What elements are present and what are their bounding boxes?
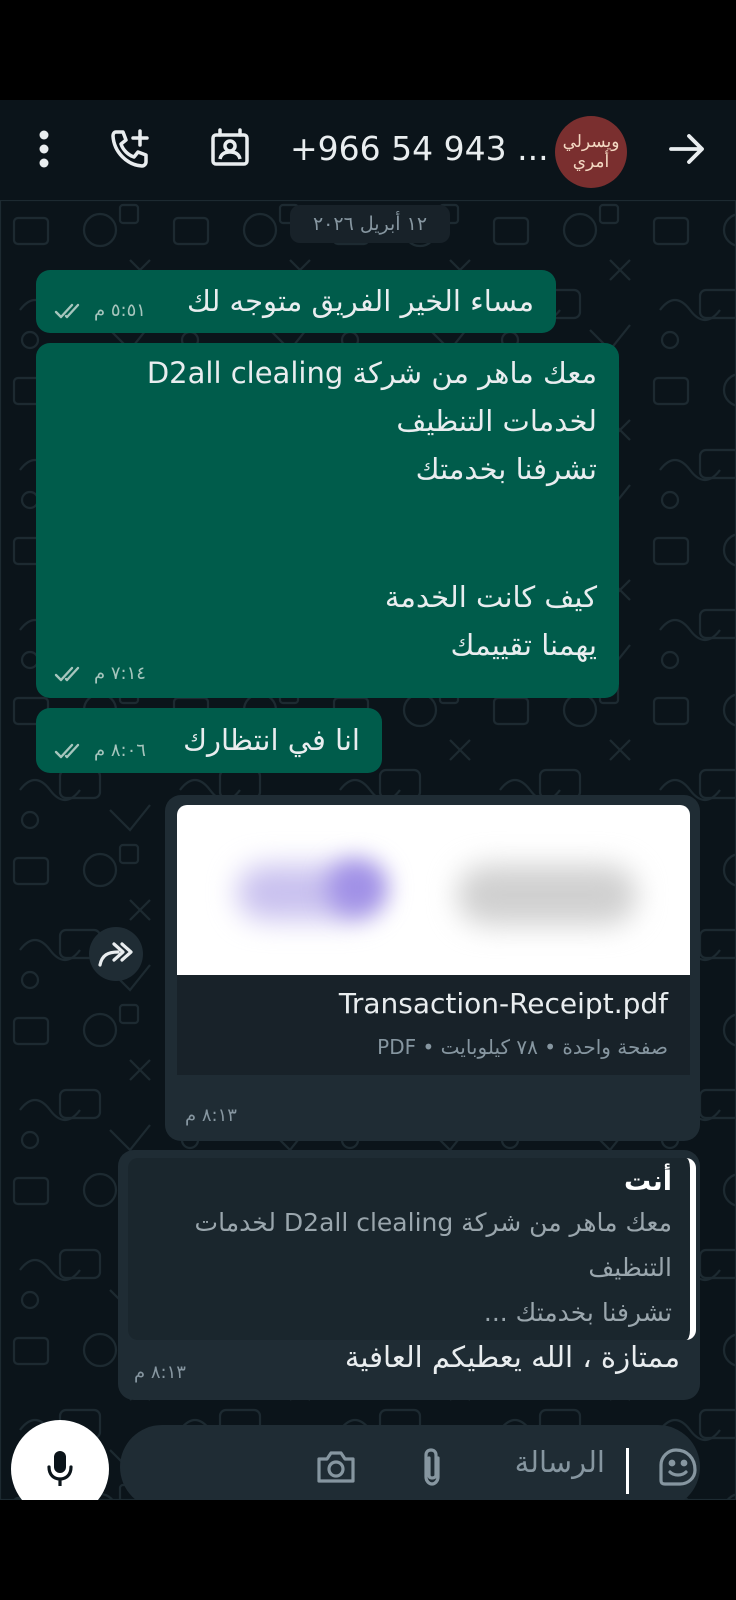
contact-info-button[interactable] bbox=[205, 124, 255, 174]
chat-area[interactable]: ١٢ أبريل ٢٠٢٦ مساء الخير الفريق متوجه لك… bbox=[0, 200, 736, 1500]
message-time: ٧:١٤ م bbox=[94, 663, 146, 684]
message-text-line: لخدمات التنظيف bbox=[396, 404, 597, 438]
message-time: ٨:١٣ م bbox=[185, 1105, 237, 1126]
document-info-panel: Transaction-Receipt.pdf صفحة واحدة • ٧٨ … bbox=[177, 975, 690, 1075]
double-check-icon bbox=[54, 303, 80, 318]
contact-avatar[interactable]: ويسرلي أمري bbox=[555, 116, 627, 188]
forward-icon bbox=[98, 942, 133, 967]
paperclip-icon bbox=[424, 1448, 440, 1486]
double-check-icon bbox=[54, 666, 80, 681]
double-check-icon bbox=[54, 743, 80, 758]
document-details: صفحة واحدة • ٧٨ كيلوبايت • PDF bbox=[377, 1035, 668, 1059]
sticker-button[interactable] bbox=[653, 1442, 703, 1492]
sticker-icon bbox=[659, 1448, 697, 1486]
message-text-line: تشرفنا بخدمتك bbox=[415, 452, 597, 486]
document-message[interactable]: Transaction-Receipt.pdf صفحة واحدة • ٧٨ … bbox=[165, 795, 700, 1141]
attach-button[interactable] bbox=[407, 1442, 457, 1492]
message-text-line: يهمنا تقييمك bbox=[450, 628, 597, 662]
status-bar-area bbox=[0, 0, 736, 100]
voice-call-button[interactable] bbox=[105, 124, 155, 174]
message-meta: ٥:٥١ م bbox=[54, 300, 146, 321]
message-time: ٨:٠٦ م bbox=[94, 740, 146, 761]
contact-card-icon bbox=[211, 128, 249, 166]
message-text: ممتازة ، الله يعطيكم العافية bbox=[344, 1340, 680, 1374]
avatar-calligraphy: ويسرلي أمري bbox=[562, 132, 620, 172]
navigation-bar-area bbox=[0, 1500, 736, 1600]
message-time: ٥:٥١ م bbox=[94, 300, 146, 321]
quoted-message[interactable]: أنت معك ماهر من شركة D2all clealing لخدم… bbox=[128, 1158, 696, 1340]
add-call-icon bbox=[111, 129, 149, 168]
message-bubble-outgoing[interactable]: مساء الخير الفريق متوجه لك ٥:٥١ م bbox=[36, 270, 556, 333]
message-bubble-outgoing[interactable]: معك ماهر من شركة D2all clealing لخدمات ا… bbox=[36, 343, 619, 698]
message-bubble-outgoing[interactable]: انا في انتظارك ٨:٠٦ م bbox=[36, 708, 382, 773]
more-options-button[interactable] bbox=[19, 124, 69, 174]
more-vertical-icon bbox=[39, 130, 49, 168]
blurred-content bbox=[327, 860, 387, 915]
quoted-author: أنت bbox=[624, 1166, 672, 1197]
message-input-placeholder[interactable]: الرسالة bbox=[515, 1445, 605, 1479]
message-time: ٨:١٣ م bbox=[134, 1362, 186, 1383]
arrow-icon bbox=[669, 134, 704, 164]
message-meta: ٨:٠٦ م bbox=[54, 740, 146, 761]
back-button[interactable] bbox=[662, 124, 712, 174]
message-meta: ٧:١٤ م bbox=[54, 663, 146, 684]
message-text: مساء الخير الفريق متوجه لك bbox=[187, 284, 534, 318]
document-preview[interactable] bbox=[177, 805, 690, 975]
camera-icon bbox=[317, 1451, 355, 1483]
document-file-name: Transaction-Receipt.pdf bbox=[338, 987, 668, 1020]
text-cursor bbox=[626, 1448, 629, 1494]
quoted-text-line: التنظيف bbox=[588, 1253, 672, 1282]
quoted-text-line: معك ماهر من شركة D2all clealing لخدمات bbox=[194, 1208, 672, 1237]
quoted-text-line: تشرفنا بخدمتك ... bbox=[483, 1298, 672, 1327]
message-text: انا في انتظارك bbox=[183, 723, 360, 757]
contact-name[interactable]: +966 54 943 ... bbox=[290, 126, 549, 172]
forward-button[interactable] bbox=[89, 927, 143, 981]
message-text-line: كيف كانت الخدمة bbox=[384, 580, 597, 614]
message-bubble-incoming[interactable]: أنت معك ماهر من شركة D2all clealing لخدم… bbox=[118, 1150, 700, 1400]
microphone-icon bbox=[47, 1451, 73, 1486]
camera-button[interactable] bbox=[311, 1442, 361, 1492]
blurred-content bbox=[457, 865, 637, 925]
message-text-line: معك ماهر من شركة D2all clealing bbox=[146, 356, 597, 390]
date-separator: ١٢ أبريل ٢٠٢٦ bbox=[290, 205, 450, 243]
